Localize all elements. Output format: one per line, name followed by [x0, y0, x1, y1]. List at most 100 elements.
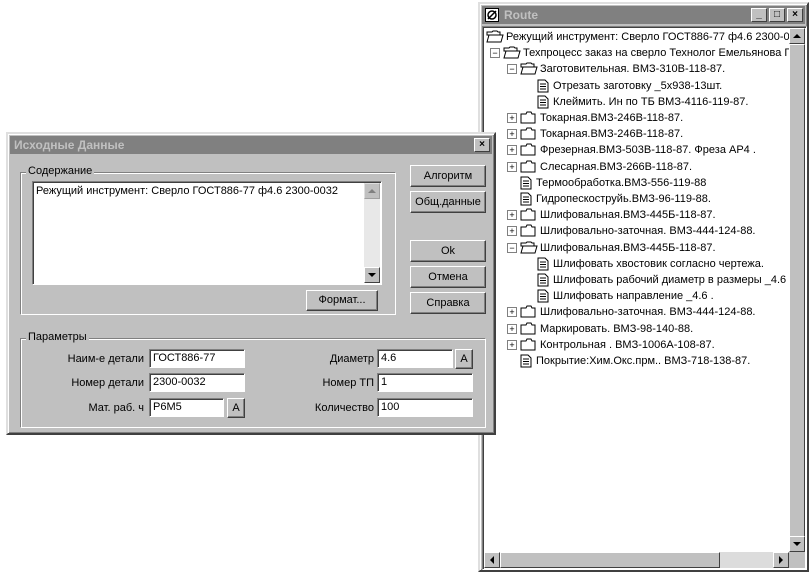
tree-item-label: Шлифовальная.ВМЗ-445Б-118-87.: [540, 209, 716, 222]
tree-item[interactable]: Покрытие:Хим.Окс.прм.. ВМЗ-718-138-87.: [483, 353, 789, 369]
tree-item[interactable]: + Контрольная . ВМЗ-1006А-108-87.: [483, 337, 789, 353]
scroll-down-arrow-icon[interactable]: [789, 536, 805, 552]
diameter-field[interactable]: 4.6: [377, 349, 453, 368]
scroll-corner: [789, 552, 805, 568]
horizontal-scrollbar[interactable]: [484, 552, 789, 568]
tree-item[interactable]: + Слесарная.ВМЗ-266В-118-87.: [483, 159, 789, 175]
tree-item[interactable]: + Маркировать. ВМЗ-98-140-88.: [483, 321, 789, 337]
tree-item-label: Контрольная . ВМЗ-1006А-108-87.: [540, 338, 715, 351]
cancel-button[interactable]: Отмена: [410, 266, 486, 288]
tree-item-label: Клеймить. Ин по ТБ ВМЗ-4116-119-87.: [553, 95, 749, 108]
document-icon: [520, 354, 532, 373]
tree-item-label: Отрезать заготовку _5х938-13шт.: [553, 79, 723, 92]
dialog-title: Исходные Данные: [14, 138, 125, 152]
tree-item-label: Шлифовально-заточная. ВМЗ-444-124-88.: [540, 306, 756, 319]
scroll-thumb-horizontal[interactable]: [500, 552, 720, 568]
tree-item[interactable]: − Заготовительная. ВМЗ-310В-118-87.: [483, 61, 789, 77]
route-window: Route _ □ × Режущий инструмент: Сверло Г…: [478, 2, 809, 572]
tree-item[interactable]: Шлифовать рабочий диаметр в размеры _4.6: [483, 272, 789, 288]
tree-item[interactable]: + Фрезерная.ВМЗ-503В-118-87. Фреза АР4 .: [483, 142, 789, 158]
expand-icon[interactable]: +: [507, 323, 517, 334]
quantity-field[interactable]: 100: [377, 398, 473, 417]
material-field[interactable]: Р6М5: [149, 398, 224, 417]
content-textarea[interactable]: Режущий инструмент: Сверло ГОСТ886-77 ф4…: [32, 181, 382, 285]
scroll-thumb[interactable]: [789, 44, 805, 539]
tree-item-label: Токарная.ВМЗ-246В-118-87.: [540, 112, 684, 124]
content-vertical-scrollbar[interactable]: [364, 183, 380, 283]
tree-item[interactable]: Шлифовать хвостовик согласно чертежа.: [483, 256, 789, 272]
general-data-button[interactable]: Общ.данные: [410, 191, 486, 213]
format-button[interactable]: Формат...: [306, 290, 378, 311]
diameter-a-button[interactable]: A: [455, 349, 473, 369]
tree-item-label: Покрытие:Хим.Окс.прм.. ВМЗ-718-138-87.: [536, 355, 751, 367]
dialog-titlebar[interactable]: Исходные Данные ×: [10, 136, 492, 154]
tree-item[interactable]: Шлифовать направление _4.6 .: [483, 288, 789, 304]
algorithm-button[interactable]: Алгоритм: [410, 165, 486, 187]
minimize-button[interactable]: _: [751, 8, 767, 22]
expand-icon[interactable]: +: [507, 339, 517, 350]
tree-item-label: Режущий инструмент: Сверло ГОСТ886-77 ф4…: [506, 31, 789, 43]
collapse-icon[interactable]: −: [507, 64, 517, 75]
part-name-field[interactable]: ГОСТ886-77: [149, 349, 245, 368]
tree-item[interactable]: Отрезать заготовку _5х938-13шт.: [483, 78, 789, 94]
tree-item[interactable]: Клеймить. Ин по ТБ ВМЗ-4116-119-87.: [483, 94, 789, 110]
tree-item[interactable]: + Шлифовально-заточная. ВМЗ-444-124-88.: [483, 304, 789, 320]
maximize-button[interactable]: □: [769, 8, 785, 22]
route-tree: Режущий инструмент: Сверло ГОСТ886-77 ф4…: [483, 27, 789, 552]
tree-item-label: Маркировать. ВМЗ-98-140-88.: [540, 322, 694, 335]
tp-number-field[interactable]: 1: [377, 373, 473, 392]
tree-item-label: Шлифовать рабочий диаметр в размеры _4.6: [553, 274, 787, 286]
parameters-group-label: Параметры: [26, 331, 89, 343]
diameter-label: Диаметр: [329, 353, 374, 365]
tree-item-label: Токарная.ВМЗ-246В-118-87.: [540, 128, 684, 141]
expand-icon[interactable]: +: [507, 210, 517, 221]
material-label: Мат. раб. ч: [88, 402, 144, 414]
part-number-field[interactable]: 2300-0032: [149, 373, 245, 392]
tree-item[interactable]: + Токарная.ВМЗ-246В-118-87.: [483, 126, 789, 142]
tree-item-label: Термообработка.ВМЗ-556-119-88: [536, 176, 707, 189]
tree-item[interactable]: + Шлифовально-заточная. ВМЗ-444-124-88.: [483, 223, 789, 239]
expand-icon[interactable]: +: [507, 129, 517, 140]
tree-item-label: Шлифовально-заточная. ВМЗ-444-124-88.: [540, 225, 756, 238]
dialog-close-button[interactable]: ×: [474, 138, 490, 152]
route-tree-panel[interactable]: Режущий инструмент: Сверло ГОСТ886-77 ф4…: [482, 26, 807, 570]
scroll-left-arrow-icon[interactable]: [484, 552, 500, 568]
part-number-label: Номер детали: [71, 377, 144, 389]
tree-item-label: Заготовительная. ВМЗ-310В-118-87.: [540, 63, 726, 76]
tree-item[interactable]: + Токарная.ВМЗ-246В-118-87.: [483, 110, 789, 126]
close-button[interactable]: ×: [787, 8, 803, 22]
tree-item[interactable]: Термообработка.ВМЗ-556-119-88: [483, 175, 789, 191]
vertical-scrollbar[interactable]: [789, 28, 805, 552]
quantity-label: Количество: [314, 402, 374, 414]
part-name-label: Наим-е детали: [67, 353, 144, 365]
collapse-icon[interactable]: −: [507, 242, 517, 253]
route-titlebar[interactable]: Route _ □ ×: [482, 6, 805, 24]
content-text: Режущий инструмент: Сверло ГОСТ886-77 ф4…: [36, 185, 339, 197]
expand-icon[interactable]: +: [507, 226, 517, 237]
expand-icon[interactable]: +: [507, 161, 517, 172]
tree-item[interactable]: − Техпроцесс заказ на сверло Технолог Еме…: [483, 45, 789, 61]
ok-button[interactable]: Ok: [410, 240, 486, 262]
tree-item[interactable]: + Шлифовальная.ВМЗ-445Б-118-87.: [483, 207, 789, 223]
expand-icon[interactable]: +: [507, 307, 517, 318]
expand-icon[interactable]: +: [507, 113, 517, 123]
scroll-up-arrow-icon[interactable]: [789, 28, 805, 44]
material-a-button[interactable]: A: [227, 398, 245, 418]
tree-item[interactable]: − Шлифовальная.ВМЗ-445Б-118-87.: [483, 240, 789, 256]
tree-item-label: Слесарная.ВМЗ-266В-118-87.: [540, 160, 693, 173]
tree-item[interactable]: Режущий инструмент: Сверло ГОСТ886-77 ф4…: [483, 29, 789, 45]
scroll-right-arrow-icon[interactable]: [773, 552, 789, 568]
content-group-label: Содержание: [26, 165, 95, 177]
source-data-dialog: Исходные Данные × Содержание Режущий инс…: [6, 132, 496, 435]
tree-item-label: Шлифовальная.ВМЗ-445Б-118-87.: [540, 241, 716, 254]
expand-icon[interactable]: +: [507, 145, 517, 156]
tree-item-label: Фрезерная.ВМЗ-503В-118-87. Фреза АР4 .: [540, 144, 756, 157]
collapse-icon[interactable]: −: [490, 48, 500, 59]
content-scroll-down-arrow-icon[interactable]: [364, 267, 380, 283]
tree-item[interactable]: Гидропескоструйь.ВМЗ-96-119-88.: [483, 191, 789, 207]
tree-item-label: Шлифовать направление _4.6 .: [553, 290, 714, 303]
content-scroll-up-arrow-icon[interactable]: [364, 183, 380, 199]
tp-number-label: Номер ТП: [322, 377, 374, 389]
help-button[interactable]: Справка: [410, 292, 486, 314]
tree-item-label: Техпроцесс заказ на сверло Технолог Емел…: [523, 47, 789, 60]
